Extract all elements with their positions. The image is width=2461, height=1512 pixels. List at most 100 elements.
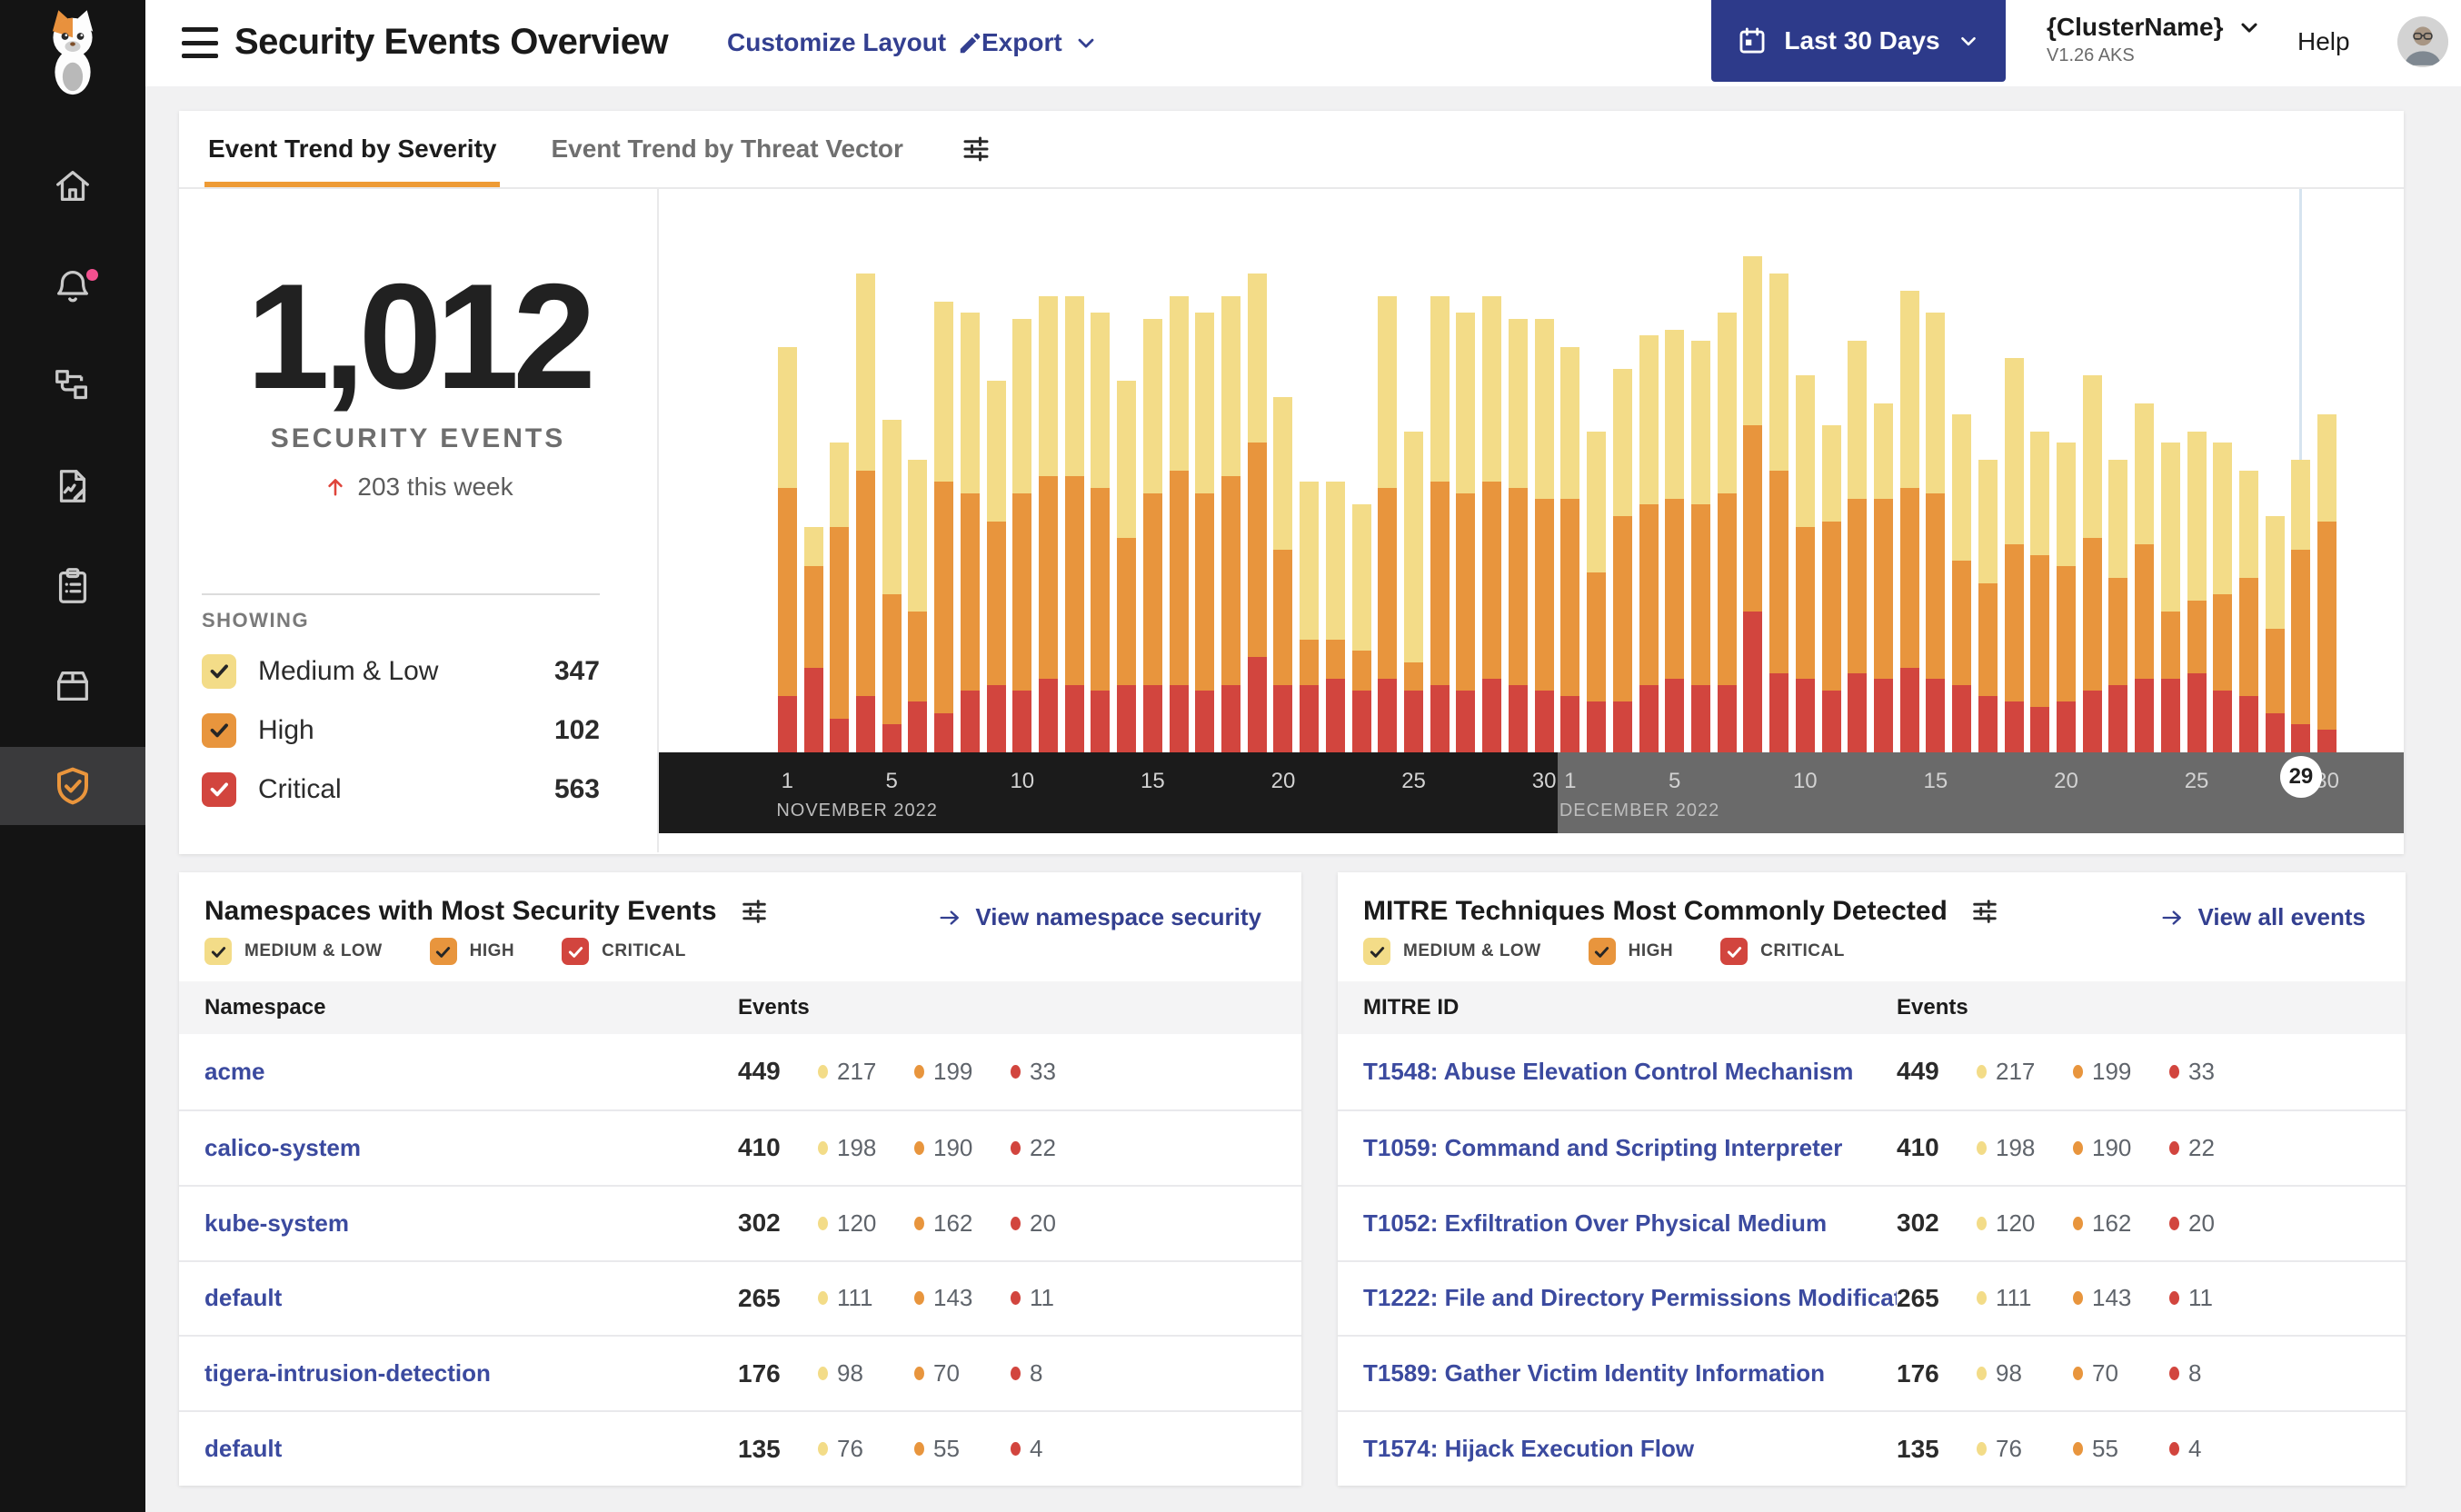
chart-bar[interactable] — [1091, 189, 1111, 752]
filter-settings-icon[interactable] — [960, 133, 992, 165]
namespace-link[interactable]: default — [179, 1284, 738, 1312]
chart-bar[interactable] — [2317, 189, 2337, 752]
chart-bar[interactable] — [882, 189, 902, 752]
chart-bar[interactable] — [1899, 189, 1919, 752]
chart-bar[interactable] — [1873, 189, 1893, 752]
namespace-link[interactable]: acme — [179, 1058, 738, 1086]
chart-bar[interactable] — [1247, 189, 1267, 752]
chart-bar[interactable] — [1952, 189, 1972, 752]
user-avatar[interactable] — [2397, 16, 2448, 67]
severity-chip-checkbox[interactable] — [1363, 938, 1390, 965]
chart-bar[interactable] — [1482, 189, 1502, 752]
help-link[interactable]: Help — [2297, 27, 2350, 56]
chart-bar[interactable] — [1639, 189, 1659, 752]
chart-bar[interactable] — [1142, 189, 1162, 752]
namespace-link[interactable]: tigera-intrusion-detection — [179, 1359, 738, 1388]
chart-bar[interactable] — [2291, 189, 2311, 752]
chart-bar[interactable] — [2187, 189, 2207, 752]
chart-bar[interactable] — [2004, 189, 2024, 752]
sidebar-item-home[interactable] — [0, 147, 145, 225]
tab-event-trend-by-threat-vector[interactable]: Event Trend by Threat Vector — [547, 111, 906, 187]
chart-bar[interactable] — [1612, 189, 1632, 752]
severity-chip-checkbox[interactable] — [204, 938, 232, 965]
chart-bar[interactable] — [1404, 189, 1424, 752]
chart-bar[interactable] — [960, 189, 980, 752]
chart-bar[interactable] — [934, 189, 954, 752]
chart-bar[interactable] — [2265, 189, 2285, 752]
chart-bar[interactable] — [1795, 189, 1815, 752]
chart-bar[interactable] — [2030, 189, 2050, 752]
severity-chip-checkbox[interactable] — [1720, 938, 1749, 965]
customize-layout-button[interactable]: Customize Layout — [727, 28, 984, 57]
calico-cat-logo[interactable] — [0, 5, 145, 98]
sidebar-item-compliance[interactable] — [0, 547, 145, 625]
filter-settings-icon[interactable] — [739, 896, 770, 927]
chart-bar[interactable] — [1717, 189, 1737, 752]
chart-bar[interactable] — [1064, 189, 1084, 752]
namespace-link[interactable]: calico-system — [179, 1134, 738, 1162]
mitre-technique-link[interactable]: T1589: Gather Victim Identity Informatio… — [1338, 1359, 1897, 1388]
sidebar-item-service-graph[interactable] — [0, 347, 145, 425]
namespace-link[interactable]: default — [179, 1435, 738, 1463]
chart-bar[interactable] — [1560, 189, 1580, 752]
chart-bar[interactable] — [1195, 189, 1215, 752]
chart-bar[interactable] — [1169, 189, 1189, 752]
medium-low-checkbox[interactable] — [202, 653, 236, 689]
mitre-technique-link[interactable]: T1548: Abuse Elevation Control Mechanism — [1338, 1058, 1897, 1086]
chart-bar[interactable] — [1978, 189, 1998, 752]
chart-bar[interactable] — [1821, 189, 1841, 752]
chart-bar[interactable] — [1378, 189, 1398, 752]
chart-bar[interactable] — [1848, 189, 1868, 752]
sidebar-item-workloads[interactable] — [0, 647, 145, 725]
chart-bar[interactable] — [1769, 189, 1789, 752]
chart-bar[interactable] — [1534, 189, 1554, 752]
namespace-link[interactable]: kube-system — [179, 1209, 738, 1238]
mitre-technique-link[interactable]: T1222: File and Directory Permissions Mo… — [1338, 1284, 1897, 1312]
chart-bar[interactable] — [1273, 189, 1293, 752]
chart-bar[interactable] — [1743, 189, 1763, 752]
chart-bar[interactable] — [1325, 189, 1345, 752]
severity-chip-checkbox[interactable] — [429, 938, 457, 965]
chart-bar[interactable] — [1117, 189, 1137, 752]
chart-bar[interactable] — [1221, 189, 1241, 752]
chart-bar[interactable] — [1665, 189, 1685, 752]
chart-bar[interactable] — [1587, 189, 1607, 752]
chart-bar[interactable] — [1300, 189, 1320, 752]
chart-bar[interactable] — [2082, 189, 2102, 752]
chart-bar[interactable] — [2108, 189, 2128, 752]
chart-bar[interactable] — [908, 189, 928, 752]
chart-bar[interactable] — [856, 189, 875, 752]
sidebar-item-threat-defense[interactable] — [0, 747, 145, 825]
mitre-technique-link[interactable]: T1059: Command and Scripting Interpreter — [1338, 1134, 1897, 1162]
menu-icon[interactable] — [182, 27, 218, 58]
sidebar-item-alerts[interactable] — [0, 247, 145, 325]
chart-bar[interactable] — [1508, 189, 1528, 752]
severity-chip-checkbox[interactable] — [1588, 938, 1616, 965]
chart-bar[interactable] — [2238, 189, 2258, 752]
chart-bar[interactable] — [2135, 189, 2155, 752]
chart-bar[interactable] — [777, 189, 797, 752]
chart-bar[interactable] — [1926, 189, 1946, 752]
high-checkbox[interactable] — [202, 712, 236, 748]
filter-settings-icon[interactable] — [1969, 896, 2000, 927]
selected-day-badge[interactable]: 29 — [2279, 756, 2322, 798]
cluster-selector[interactable]: {ClusterName} V1.26 AKS — [2047, 13, 2262, 66]
critical-checkbox[interactable] — [202, 771, 236, 807]
severity-chip-checkbox[interactable] — [562, 938, 590, 965]
chart-bar[interactable] — [986, 189, 1006, 752]
chart-bar[interactable] — [1039, 189, 1059, 752]
chart-bar[interactable] — [1430, 189, 1450, 752]
view-namespace-security-link[interactable]: View namespace security — [937, 903, 1261, 931]
chart-bar[interactable] — [803, 189, 823, 752]
export-button[interactable]: Export — [981, 28, 1099, 57]
chart-bar[interactable] — [1690, 189, 1710, 752]
chart-bar[interactable] — [830, 189, 850, 752]
sidebar-item-reports[interactable] — [0, 447, 145, 525]
view-all-events-link[interactable]: View all events — [2159, 903, 2366, 931]
chart-bar[interactable] — [1351, 189, 1371, 752]
chart-bar[interactable] — [1456, 189, 1476, 752]
mitre-technique-link[interactable]: T1574: Hijack Execution Flow — [1338, 1435, 1897, 1463]
chart-bar[interactable] — [1012, 189, 1032, 752]
chart-bar[interactable] — [2160, 189, 2180, 752]
tab-event-trend-by-severity[interactable]: Event Trend by Severity — [204, 111, 501, 187]
